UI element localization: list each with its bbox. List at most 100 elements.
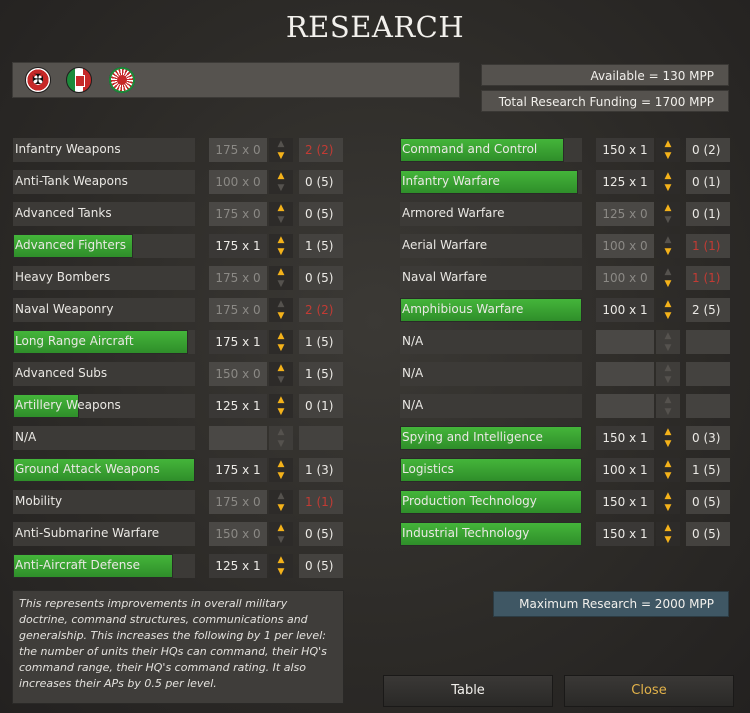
tech-name[interactable]: Logistics <box>400 458 582 482</box>
chit-stepper[interactable]: ▲ ▼ <box>269 330 293 354</box>
arrow-down-icon[interactable]: ▼ <box>656 246 680 258</box>
arrow-up-icon[interactable]: ▲ <box>269 394 293 406</box>
chit-stepper[interactable]: ▲ ▼ <box>269 394 293 418</box>
arrow-up-icon[interactable]: ▲ <box>656 522 680 534</box>
arrow-up-icon[interactable]: ▲ <box>656 298 680 310</box>
tech-name[interactable]: N/A <box>400 330 582 354</box>
chit-stepper[interactable]: ▲ ▼ <box>656 138 680 162</box>
chit-stepper[interactable]: ▲ ▼ <box>269 170 293 194</box>
arrow-up-icon[interactable]: ▲ <box>656 170 680 182</box>
arrow-up-icon[interactable]: ▲ <box>656 202 680 214</box>
tech-name[interactable]: Anti-Aircraft Defense <box>13 554 195 578</box>
arrow-up-icon[interactable]: ▲ <box>269 522 293 534</box>
chit-stepper[interactable]: ▲ ▼ <box>269 554 293 578</box>
tech-name[interactable]: N/A <box>400 362 582 386</box>
arrow-up-icon[interactable]: ▲ <box>269 490 293 502</box>
arrow-up-icon[interactable]: ▲ <box>269 458 293 470</box>
arrow-down-icon[interactable]: ▼ <box>269 470 293 482</box>
chit-stepper[interactable]: ▲ ▼ <box>269 298 293 322</box>
tech-name[interactable]: Infantry Weapons <box>13 138 195 162</box>
tech-name[interactable]: N/A <box>400 394 582 418</box>
tech-name[interactable]: Industrial Technology <box>400 522 582 546</box>
arrow-up-icon[interactable]: ▲ <box>269 234 293 246</box>
tech-name[interactable]: Anti-Tank Weapons <box>13 170 195 194</box>
arrow-down-icon[interactable]: ▼ <box>656 182 680 194</box>
arrow-up-icon[interactable]: ▲ <box>656 138 680 150</box>
tech-name[interactable]: Mobility <box>13 490 195 514</box>
chit-stepper[interactable]: ▲ ▼ <box>269 202 293 226</box>
arrow-down-icon[interactable]: ▼ <box>269 278 293 290</box>
arrow-down-icon[interactable]: ▼ <box>269 342 293 354</box>
arrow-up-icon[interactable]: ▲ <box>269 298 293 310</box>
arrow-up-icon[interactable]: ▲ <box>269 330 293 342</box>
chit-stepper[interactable]: ▲ ▼ <box>269 138 293 162</box>
tech-name[interactable]: Naval Warfare <box>400 266 582 290</box>
arrow-up-icon[interactable]: ▲ <box>656 426 680 438</box>
germany-flag-icon[interactable] <box>25 67 51 93</box>
arrow-down-icon[interactable]: ▼ <box>656 438 680 450</box>
arrow-down-icon[interactable]: ▼ <box>269 502 293 514</box>
arrow-up-icon[interactable]: ▲ <box>269 202 293 214</box>
arrow-down-icon[interactable]: ▼ <box>656 278 680 290</box>
chit-stepper[interactable]: ▲ ▼ <box>269 362 293 386</box>
arrow-down-icon[interactable]: ▼ <box>656 310 680 322</box>
tech-name[interactable]: Advanced Subs <box>13 362 195 386</box>
chit-stepper[interactable]: ▲ ▼ <box>656 266 680 290</box>
chit-stepper[interactable]: ▲ ▼ <box>656 490 680 514</box>
tech-name[interactable]: Amphibious Warfare <box>400 298 582 322</box>
tech-name[interactable]: Artillery Weapons <box>13 394 195 418</box>
chit-stepper[interactable]: ▲ ▼ <box>269 490 293 514</box>
chit-stepper[interactable]: ▲ ▼ <box>656 298 680 322</box>
arrow-down-icon[interactable]: ▼ <box>656 214 680 226</box>
tech-name[interactable]: N/A <box>13 426 195 450</box>
chit-stepper[interactable]: ▲ ▼ <box>269 458 293 482</box>
tech-name[interactable]: Armored Warfare <box>400 202 582 226</box>
chit-stepper[interactable]: ▲ ▼ <box>656 234 680 258</box>
japan-flag-icon[interactable] <box>109 67 135 93</box>
chit-stepper[interactable]: ▲ ▼ <box>656 170 680 194</box>
arrow-down-icon[interactable]: ▼ <box>656 534 680 546</box>
arrow-down-icon[interactable]: ▼ <box>269 406 293 418</box>
tech-name[interactable]: Aerial Warfare <box>400 234 582 258</box>
arrow-down-icon[interactable]: ▼ <box>269 246 293 258</box>
arrow-down-icon[interactable]: ▼ <box>656 502 680 514</box>
chit-stepper[interactable]: ▲ ▼ <box>269 266 293 290</box>
table-button[interactable]: Table <box>383 675 553 707</box>
arrow-up-icon[interactable]: ▲ <box>656 266 680 278</box>
tech-name[interactable]: Ground Attack Weapons <box>13 458 195 482</box>
arrow-up-icon[interactable]: ▲ <box>269 170 293 182</box>
arrow-down-icon[interactable]: ▼ <box>269 214 293 226</box>
arrow-up-icon[interactable]: ▲ <box>269 554 293 566</box>
chit-stepper[interactable]: ▲ ▼ <box>656 202 680 226</box>
tech-name[interactable]: Advanced Tanks <box>13 202 195 226</box>
arrow-up-icon[interactable]: ▲ <box>656 234 680 246</box>
close-button[interactable]: Close <box>564 675 734 707</box>
arrow-down-icon[interactable]: ▼ <box>269 150 293 162</box>
tech-name[interactable]: Naval Weaponry <box>13 298 195 322</box>
tech-name[interactable]: Command and Control <box>400 138 582 162</box>
tech-name[interactable]: Infantry Warfare <box>400 170 582 194</box>
arrow-up-icon[interactable]: ▲ <box>656 458 680 470</box>
italy-flag-icon[interactable] <box>66 67 92 93</box>
chit-stepper[interactable]: ▲ ▼ <box>656 458 680 482</box>
tech-name[interactable]: Anti-Submarine Warfare <box>13 522 195 546</box>
tech-name[interactable]: Advanced Fighters <box>13 234 195 258</box>
chit-stepper[interactable]: ▲ ▼ <box>269 522 293 546</box>
chit-stepper[interactable]: ▲ ▼ <box>656 426 680 450</box>
arrow-down-icon[interactable]: ▼ <box>269 566 293 578</box>
arrow-up-icon[interactable]: ▲ <box>269 266 293 278</box>
arrow-down-icon[interactable]: ▼ <box>656 470 680 482</box>
arrow-down-icon[interactable]: ▼ <box>269 182 293 194</box>
arrow-up-icon[interactable]: ▲ <box>269 138 293 150</box>
arrow-down-icon[interactable]: ▼ <box>269 374 293 386</box>
chit-stepper[interactable]: ▲ ▼ <box>269 234 293 258</box>
tech-name[interactable]: Spying and Intelligence <box>400 426 582 450</box>
arrow-down-icon[interactable]: ▼ <box>269 534 293 546</box>
arrow-up-icon[interactable]: ▲ <box>656 490 680 502</box>
tech-name[interactable]: Heavy Bombers <box>13 266 195 290</box>
chit-stepper[interactable]: ▲ ▼ <box>656 522 680 546</box>
arrow-down-icon[interactable]: ▼ <box>656 150 680 162</box>
arrow-up-icon[interactable]: ▲ <box>269 362 293 374</box>
tech-name[interactable]: Production Technology <box>400 490 582 514</box>
arrow-down-icon[interactable]: ▼ <box>269 310 293 322</box>
